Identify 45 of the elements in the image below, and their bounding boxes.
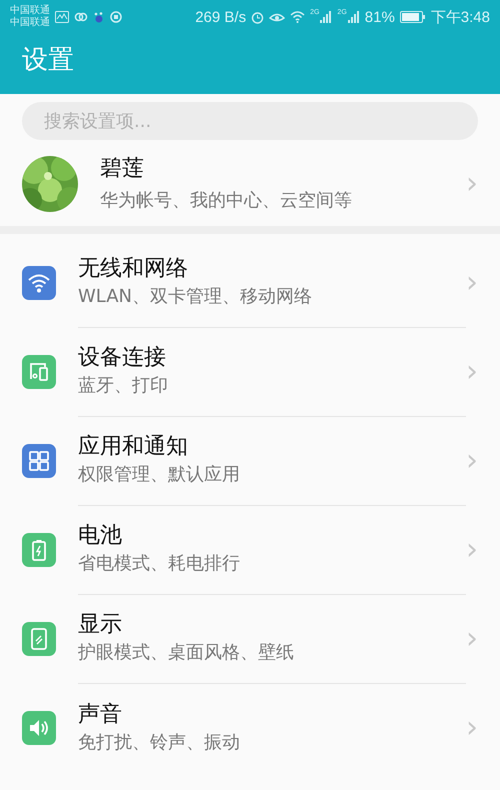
- chevron-icon: ›: [466, 712, 478, 742]
- search-field[interactable]: 搜索设置项...: [22, 102, 478, 140]
- chevron-icon: ›: [466, 534, 478, 564]
- settings-item[interactable]: 设备连接 蓝牙、打印 ›: [0, 327, 500, 416]
- item-title: 无线和网络: [78, 255, 189, 283]
- alarm-icon: [251, 10, 264, 24]
- shield-icon: [110, 11, 122, 23]
- chevron-icon: ›: [466, 169, 478, 199]
- activity-icon: [55, 11, 69, 23]
- settings-item[interactable]: 电池 省电模式、耗电排行 ›: [0, 505, 500, 594]
- network-speed: 269 B/s: [195, 8, 246, 26]
- item-subtitle: 权限管理、默认应用: [78, 463, 241, 487]
- battery-percent: 81%: [364, 8, 395, 26]
- chevron-icon: ›: [466, 446, 478, 476]
- settings-item[interactable]: 声音 免打扰、铃声、振动 ›: [0, 683, 500, 772]
- account-row[interactable]: 碧莲 华为帐号、我的中心、云空间等 ›: [0, 148, 500, 226]
- page-title: 设置: [21, 44, 75, 77]
- account-name: 碧莲: [100, 155, 145, 183]
- chevron-icon: ›: [466, 624, 478, 654]
- item-subtitle: 蓝牙、打印: [78, 374, 169, 398]
- chevron-icon: ›: [466, 268, 478, 298]
- chevron-icon: ›: [466, 356, 478, 386]
- item-title: 设备连接: [78, 344, 167, 372]
- paw-icon: [93, 11, 105, 23]
- settings-item[interactable]: 无线和网络 WLAN、双卡管理、移动网络 ›: [0, 238, 500, 327]
- battery-icon: [400, 11, 426, 23]
- signal-icon: [348, 11, 360, 23]
- settings-item[interactable]: 应用和通知 权限管理、默认应用 ›: [0, 416, 500, 505]
- item-subtitle: 免打扰、铃声、振动: [78, 730, 241, 754]
- carrier-label: 中国联通: [10, 5, 50, 16]
- item-title: 显示: [78, 611, 123, 639]
- account-subtitle: 华为帐号、我的中心、云空间等: [100, 189, 353, 213]
- item-subtitle: 护眼模式、桌面风格、壁纸: [78, 641, 295, 665]
- settings-item[interactable]: 显示 护眼模式、桌面风格、壁纸 ›: [0, 594, 500, 683]
- item-title: 电池: [78, 522, 123, 550]
- item-subtitle: 省电模式、耗电排行: [78, 552, 241, 576]
- cloud-icon: [74, 12, 88, 22]
- wifi-icon: [290, 11, 306, 23]
- item-title: 声音: [78, 700, 123, 728]
- item-title: 应用和通知: [78, 433, 189, 461]
- item-subtitle: WLAN、双卡管理、移动网络: [78, 285, 314, 309]
- carrier-label: 中国联通: [10, 17, 50, 29]
- signal-icon: [320, 11, 332, 23]
- eye-icon: [269, 11, 286, 23]
- clock: 下午3:48: [430, 8, 490, 26]
